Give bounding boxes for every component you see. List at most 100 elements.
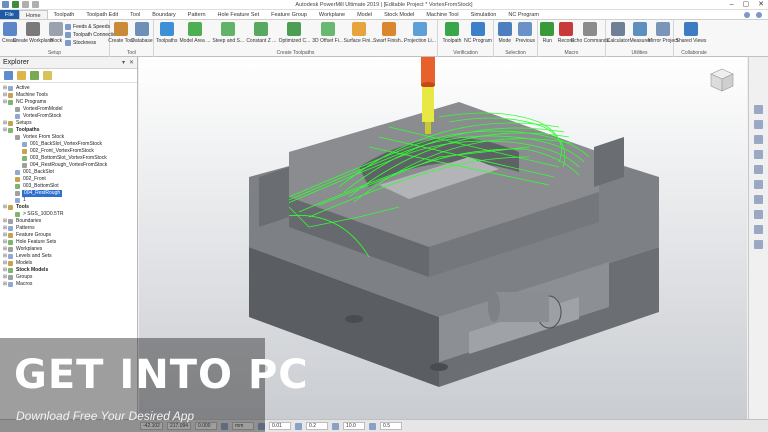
tree-item[interactable]: ⊞ Tools — [2, 204, 137, 211]
toolpaths-button[interactable]: Toolpaths — [156, 22, 178, 44]
tab-boundary[interactable]: Boundary — [146, 10, 182, 19]
iso-view-icon[interactable] — [754, 150, 763, 159]
constant-z-button[interactable]: Constant Z ... — [246, 22, 276, 44]
tree-item-label: Vortex From Stock — [23, 134, 65, 140]
tab-home[interactable]: Home — [18, 10, 48, 19]
tree-item[interactable]: 001_BackSlot — [2, 169, 137, 176]
previous-button[interactable]: Previous — [516, 22, 535, 44]
run-macro-button[interactable]: Run — [540, 22, 555, 44]
maximize-icon[interactable]: ▢ — [743, 1, 750, 8]
tab-toolpath-edit[interactable]: Toolpath Edit — [80, 10, 124, 19]
verify-toolpath-button[interactable]: Toolpath — [440, 22, 464, 44]
tree-item[interactable]: 002_Front_VortexFromStock — [2, 148, 137, 155]
calculator-button[interactable]: Calculator — [607, 22, 629, 44]
minimize-icon[interactable]: – — [730, 1, 734, 8]
tree-item[interactable]: ⊞ Toolpaths — [2, 127, 137, 134]
tab-model[interactable]: Model — [351, 10, 378, 19]
tab-feature-group[interactable]: Feature Group — [265, 10, 313, 19]
tree-item[interactable]: 004_RestRough_VortexFromStock — [2, 162, 137, 169]
help-icon[interactable] — [744, 11, 750, 18]
tab-simulation[interactable]: Simulation — [465, 10, 503, 19]
tree-item[interactable]: 001_BackSlot_VortexFromStock — [2, 141, 137, 148]
tree-item[interactable]: 1 — [2, 197, 137, 204]
explorer-title: Explorer — [3, 59, 30, 66]
tab-pattern[interactable]: Pattern — [182, 10, 212, 19]
vise-jaw-left — [259, 167, 289, 227]
tree-item[interactable]: 004_RestRough — [2, 190, 137, 197]
tree-item[interactable]: ⊞ Setups — [2, 120, 137, 127]
tree-item[interactable]: ⊞ Hole Feature Sets — [2, 239, 137, 246]
tree-item[interactable]: ⊞ Levels and Sets — [2, 253, 137, 260]
tree-item[interactable]: > SGS_10D0.5TR — [2, 211, 137, 218]
create-workplane-button[interactable]: Create Workplane — [13, 22, 53, 44]
tab-file[interactable]: File — [0, 10, 19, 19]
tree-item[interactable]: ⊞ Models — [2, 260, 137, 267]
tree-item[interactable]: 003_BottomSlot — [2, 183, 137, 190]
mirror-project-button[interactable]: Mirror Project — [648, 22, 678, 44]
swarf-finishing-button[interactable]: Swarf Finish... — [373, 22, 405, 44]
shared-views-button[interactable]: Shared Views — [676, 22, 706, 44]
steep-shallow-button[interactable]: Steep and S... — [212, 22, 244, 44]
database-button[interactable]: Database — [131, 22, 153, 44]
tree-item[interactable]: VortexFromModel — [2, 106, 137, 113]
folder-icon[interactable] — [17, 71, 26, 80]
tree-item[interactable]: VortexFromStock — [2, 113, 137, 120]
tab-stock-model[interactable]: Stock Model — [378, 10, 420, 19]
diameter-field[interactable]: 10.0 — [343, 422, 366, 430]
tree-item[interactable]: ⊞ NC Programs — [2, 99, 137, 106]
tree-item[interactable]: ⊞ Stock Models — [2, 267, 137, 274]
create-tool-button[interactable]: Create Tool — [108, 22, 134, 44]
tab-workplane[interactable]: Workplane — [313, 10, 351, 19]
tree-item[interactable]: ⊞ Workplanes — [2, 246, 137, 253]
pan-icon[interactable] — [754, 120, 763, 129]
viewcube[interactable] — [709, 67, 735, 93]
close-panel-icon[interactable]: ✕ — [129, 59, 134, 66]
select-icon[interactable] — [754, 225, 763, 234]
pin-icon[interactable]: ▾ — [122, 59, 125, 66]
tree-item-label: Workplanes — [16, 246, 43, 252]
tab-nc-program[interactable]: NC Program — [502, 10, 545, 19]
tab-tool[interactable]: Tool — [124, 10, 146, 19]
tree-item[interactable]: 002_Front — [2, 176, 137, 183]
search-icon[interactable] — [43, 71, 52, 80]
tree-item[interactable]: ⊞ Boundaries — [2, 218, 137, 225]
tree-item[interactable]: ⊞ Machine Tools — [2, 92, 137, 99]
tab-hole-feature-set[interactable]: Hole Feature Set — [212, 10, 266, 19]
tree-item[interactable]: ⊞ Macros — [2, 281, 137, 288]
optimized-constant-z-button[interactable]: Optimized C... — [279, 22, 310, 44]
settings-icon[interactable] — [756, 11, 762, 18]
tree-item[interactable]: 003_BottomSlot_VortexFromStock — [2, 155, 137, 162]
echo-icon — [583, 22, 597, 36]
tree-item[interactable]: ⊞ Feature Groups — [2, 232, 137, 239]
stepover-field[interactable]: 0.2 — [306, 422, 329, 430]
offset-3d-button[interactable]: 3D Offset Fi... — [312, 22, 343, 44]
echo-commands-button[interactable]: Echo Commands — [571, 22, 609, 44]
tree-item[interactable]: ⊞ Patterns — [2, 225, 137, 232]
model-area-button[interactable]: Model Area ... — [180, 22, 210, 44]
top-view-icon[interactable] — [754, 180, 763, 189]
box-select-icon[interactable] — [754, 240, 763, 249]
measurer-button[interactable]: Measurer — [629, 22, 651, 44]
projection-line-button[interactable]: Projection Li... — [404, 22, 436, 44]
tab-machine-tool[interactable]: Machine Tool — [420, 10, 464, 19]
tolerance-field[interactable]: 0.01 — [269, 422, 292, 430]
surface-finishing-button[interactable]: Surface Fini... — [344, 22, 374, 44]
shaded-icon[interactable] — [754, 195, 763, 204]
tree-item-icon — [8, 282, 13, 287]
rotate-icon[interactable] — [754, 135, 763, 144]
mode-button[interactable]: Mode — [496, 22, 514, 44]
close-icon[interactable]: ✕ — [758, 1, 764, 8]
block-button[interactable]: Block — [49, 22, 64, 44]
front-view-icon[interactable] — [754, 165, 763, 174]
value-field[interactable]: 0.5 — [380, 422, 403, 430]
filter-icon[interactable] — [30, 71, 39, 80]
tree-item[interactable]: ⊞ Active — [2, 85, 137, 92]
tab-toolpath[interactable]: Toolpath — [48, 10, 81, 19]
tree-item[interactable]: Vortex From Stock — [2, 134, 137, 141]
tool-shank — [422, 87, 434, 122]
verify-nc-program-button[interactable]: NC Program — [464, 22, 492, 44]
explorer-tool-icon[interactable] — [4, 71, 13, 80]
zoom-icon[interactable] — [754, 105, 763, 114]
tree-item[interactable]: ⊞ Groups — [2, 274, 137, 281]
wireframe-icon[interactable] — [754, 210, 763, 219]
